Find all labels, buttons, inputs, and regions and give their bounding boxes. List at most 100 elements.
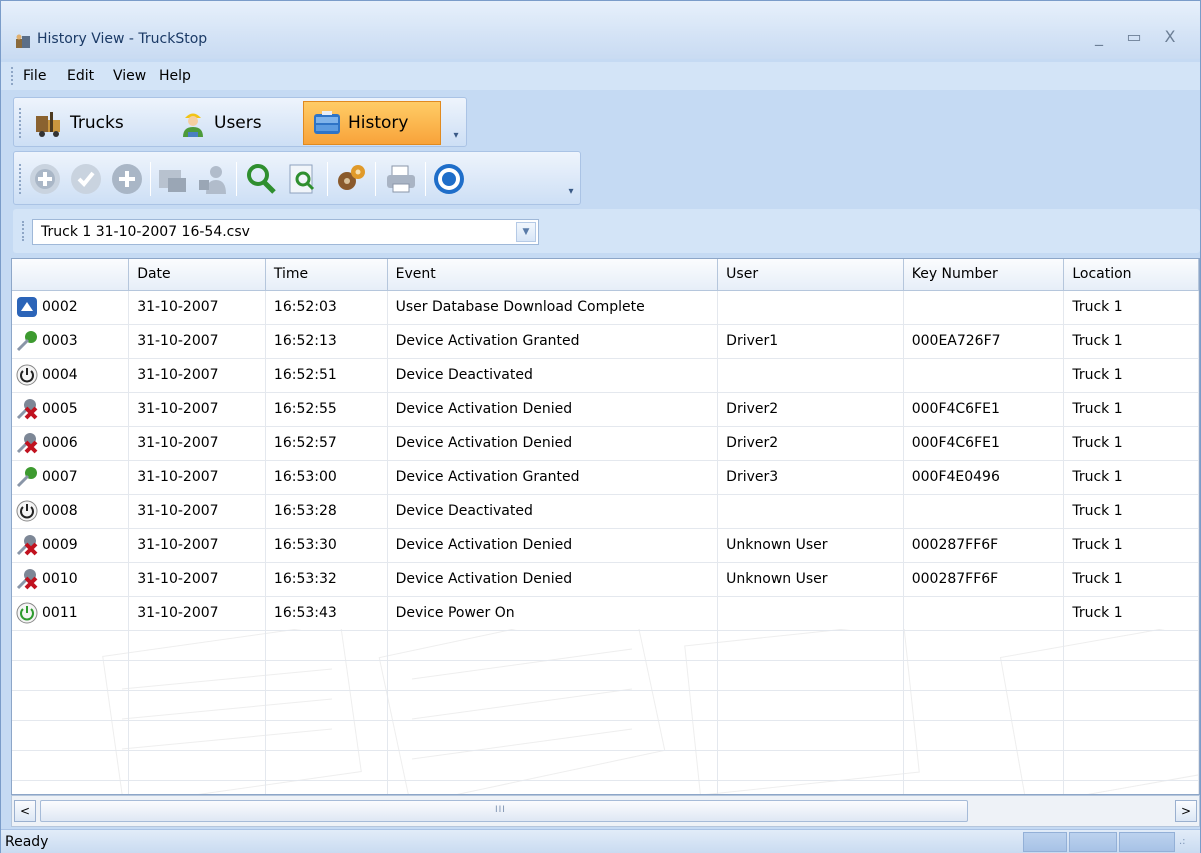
history-table: Date Time Event User Key Number Location… bbox=[12, 259, 1199, 794]
history-grid[interactable]: Date Time Event User Key Number Location… bbox=[11, 258, 1200, 795]
user-export-icon[interactable] bbox=[196, 162, 230, 196]
user-cell: Unknown User bbox=[717, 528, 904, 563]
table-row[interactable]: 0003 31-10-2007 16:52:13 Device Activation … bbox=[12, 324, 1199, 359]
nav-toolbar-overflow-button[interactable]: ▾ bbox=[450, 126, 462, 146]
scroll-left-button[interactable]: < bbox=[14, 800, 36, 822]
row-id: 0009 bbox=[42, 537, 78, 553]
event-cell: Device Activation Denied bbox=[387, 562, 719, 597]
power-on-icon bbox=[16, 602, 38, 624]
key-number-cell: 000287FF6F bbox=[903, 562, 1065, 597]
time-cell: 16:52:13 bbox=[265, 324, 388, 359]
date-cell: 31-10-2007 bbox=[128, 562, 266, 597]
history-button[interactable]: History bbox=[303, 101, 441, 145]
actions-toolbar: ▾ bbox=[13, 151, 581, 205]
location-cell: Truck 1 bbox=[1063, 528, 1199, 563]
horizontal-scrollbar[interactable]: < III > bbox=[11, 795, 1200, 827]
trucks-button[interactable]: Trucks bbox=[26, 101, 156, 145]
event-cell: Device Power On bbox=[387, 596, 719, 631]
time-cell: 16:53:28 bbox=[265, 494, 388, 529]
chevron-down-icon[interactable]: ▼ bbox=[516, 222, 536, 242]
search-icon[interactable] bbox=[244, 162, 278, 196]
app-icon bbox=[16, 34, 30, 48]
date-cell: 31-10-2007 bbox=[128, 596, 266, 631]
event-cell: Device Activation Denied bbox=[387, 392, 719, 427]
user-cell: Driver1 bbox=[717, 324, 904, 359]
nav-toolbar-grip[interactable] bbox=[19, 108, 22, 138]
activation-granted-icon bbox=[16, 330, 38, 352]
location-cell: Truck 1 bbox=[1063, 562, 1199, 597]
location-cell: Truck 1 bbox=[1063, 358, 1199, 393]
table-row[interactable]: 0007 31-10-2007 16:53:00 Device Activation … bbox=[12, 460, 1199, 495]
event-cell: Device Deactivated bbox=[387, 494, 719, 529]
actions-toolbar-overflow-button[interactable]: ▾ bbox=[565, 182, 577, 202]
window-title: History View - TruckStop bbox=[37, 31, 208, 47]
settings-gears-icon[interactable] bbox=[334, 162, 368, 196]
history-label: History bbox=[348, 113, 409, 133]
close-button[interactable]: X bbox=[1159, 27, 1181, 47]
menu-help[interactable]: Help bbox=[159, 68, 191, 84]
row-id: 0006 bbox=[42, 435, 78, 451]
column-header-user[interactable]: User bbox=[717, 259, 904, 291]
table-row[interactable]: 0008 31-10-2007 16:53:28 Device Deactivated… bbox=[12, 494, 1199, 529]
users-icon bbox=[183, 113, 203, 137]
search-document-icon[interactable] bbox=[286, 162, 320, 196]
key-number-cell bbox=[903, 290, 1065, 325]
history-file-dropdown[interactable]: Truck 1 31-10-2007 16-54.csv ▼ bbox=[32, 219, 539, 245]
check-icon[interactable] bbox=[69, 162, 103, 196]
menu-edit[interactable]: Edit bbox=[67, 68, 94, 84]
resize-grip[interactable]: .: bbox=[1179, 836, 1186, 847]
users-label: Users bbox=[214, 113, 262, 133]
time-cell: 16:52:03 bbox=[265, 290, 388, 325]
scrollbar-thumb[interactable]: III bbox=[40, 800, 968, 822]
plus-circle-icon[interactable] bbox=[110, 162, 144, 196]
row-id: 0011 bbox=[42, 605, 78, 621]
table-row[interactable]: 0009 31-10-2007 16:53:30 Device Activation … bbox=[12, 528, 1199, 563]
actions-toolbar-grip[interactable] bbox=[19, 164, 22, 194]
key-number-cell: 000F4E0496 bbox=[903, 460, 1065, 495]
add-icon[interactable] bbox=[28, 162, 62, 196]
users-button[interactable]: Users bbox=[170, 101, 280, 145]
trucks-label: Trucks bbox=[70, 113, 124, 133]
id-cell: 0004 bbox=[12, 358, 130, 393]
column-header-time[interactable]: Time bbox=[265, 259, 388, 291]
history-icon bbox=[314, 111, 340, 134]
history-file-value: Truck 1 31-10-2007 16-54.csv bbox=[41, 224, 250, 240]
table-row[interactable]: 0005 31-10-2007 16:52:55 Device Activation … bbox=[12, 392, 1199, 427]
truck-export-icon[interactable] bbox=[156, 162, 190, 196]
column-header-key-number[interactable]: Key Number bbox=[903, 259, 1065, 291]
row-id: 0003 bbox=[42, 333, 78, 349]
table-row[interactable]: 0011 31-10-2007 16:53:43 Device Power On Tru… bbox=[12, 596, 1199, 631]
column-header-date[interactable]: Date bbox=[128, 259, 266, 291]
time-cell: 16:53:00 bbox=[265, 460, 388, 495]
id-cell: 0007 bbox=[12, 460, 130, 495]
maximize-button[interactable]: ▭ bbox=[1123, 27, 1145, 47]
print-icon[interactable] bbox=[384, 162, 418, 196]
help-icon[interactable] bbox=[432, 162, 466, 196]
column-header-event[interactable]: Event bbox=[387, 259, 719, 291]
user-cell: Driver2 bbox=[717, 426, 904, 461]
table-row[interactable]: 0004 31-10-2007 16:52:51 Device Deactivated… bbox=[12, 358, 1199, 393]
event-cell: User Database Download Complete bbox=[387, 290, 719, 325]
toolbar-separator bbox=[425, 162, 426, 196]
table-row[interactable]: 0002 31-10-2007 16:52:03 User Database Down… bbox=[12, 290, 1199, 325]
column-header-id[interactable] bbox=[12, 259, 130, 291]
navigation-toolbar: Trucks Users History ▾ bbox=[13, 97, 467, 147]
title-bar[interactable]: History View - TruckStop _ ▭ X bbox=[1, 1, 1200, 59]
activation-denied-icon bbox=[16, 398, 38, 420]
table-row[interactable]: 0010 31-10-2007 16:53:32 Device Activation … bbox=[12, 562, 1199, 597]
column-header-location[interactable]: Location bbox=[1063, 259, 1199, 291]
location-cell: Truck 1 bbox=[1063, 290, 1199, 325]
table-row[interactable]: 0006 31-10-2007 16:52:57 Device Activation … bbox=[12, 426, 1199, 461]
menubar-grip[interactable] bbox=[11, 67, 14, 85]
file-toolbar-grip[interactable] bbox=[22, 221, 25, 241]
date-cell: 31-10-2007 bbox=[128, 358, 266, 393]
scroll-right-button[interactable]: > bbox=[1175, 800, 1197, 822]
key-number-cell bbox=[903, 358, 1065, 393]
menu-file[interactable]: File bbox=[23, 68, 46, 84]
toolbar-separator bbox=[150, 162, 151, 196]
date-cell: 31-10-2007 bbox=[128, 528, 266, 563]
id-cell: 0009 bbox=[12, 528, 130, 563]
minimize-button[interactable]: _ bbox=[1088, 27, 1110, 47]
date-cell: 31-10-2007 bbox=[128, 460, 266, 495]
menu-view[interactable]: View bbox=[113, 68, 146, 84]
